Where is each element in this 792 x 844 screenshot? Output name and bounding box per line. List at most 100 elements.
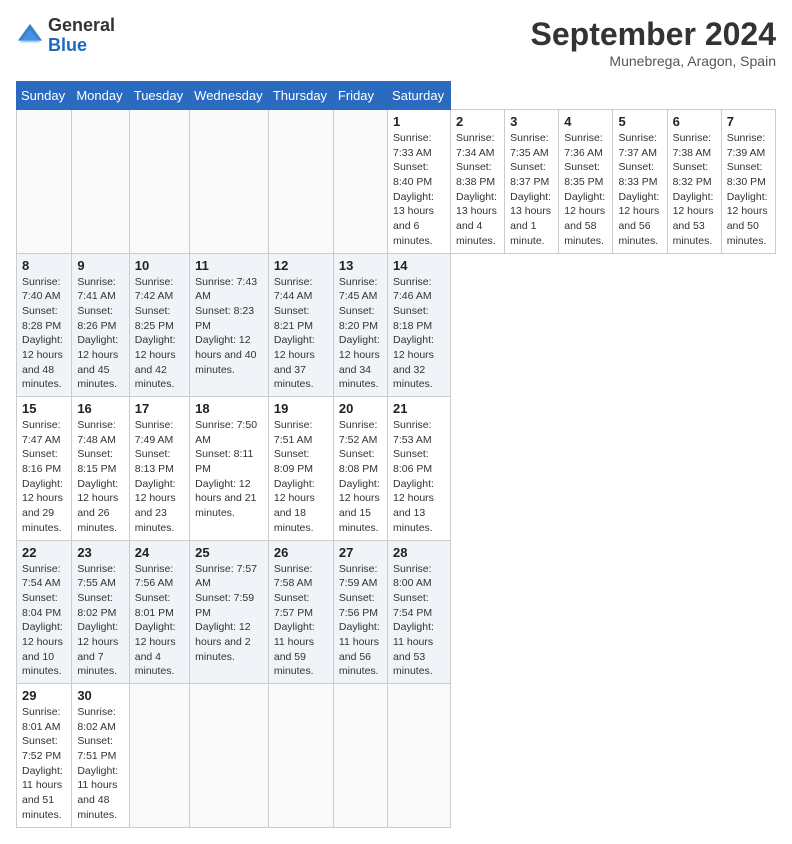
day-number: 21 bbox=[393, 401, 445, 416]
calendar-cell: 2 Sunrise: 7:34 AMSunset: 8:38 PMDaylight… bbox=[451, 110, 505, 254]
calendar-cell: 12 Sunrise: 7:44 AMSunset: 8:21 PMDayligh… bbox=[268, 253, 333, 397]
logo-icon bbox=[16, 22, 44, 50]
day-info: Sunrise: 7:36 AMSunset: 8:35 PMDaylight:… bbox=[564, 131, 607, 249]
calendar-cell bbox=[333, 684, 387, 828]
day-info: Sunrise: 7:43 AMSunset: 8:23 PMDaylight:… bbox=[195, 275, 263, 378]
calendar-week-row: 1 Sunrise: 7:33 AMSunset: 8:40 PMDaylight… bbox=[17, 110, 776, 254]
day-number: 30 bbox=[77, 688, 123, 703]
calendar-week-row: 8 Sunrise: 7:40 AMSunset: 8:28 PMDaylight… bbox=[17, 253, 776, 397]
day-info: Sunrise: 7:42 AMSunset: 8:25 PMDaylight:… bbox=[135, 275, 184, 393]
day-number: 13 bbox=[339, 258, 382, 273]
day-number: 12 bbox=[274, 258, 328, 273]
calendar-cell bbox=[17, 110, 72, 254]
calendar-cell: 17 Sunrise: 7:49 AMSunset: 8:13 PMDayligh… bbox=[129, 397, 189, 541]
day-number: 11 bbox=[195, 258, 263, 273]
day-number: 1 bbox=[393, 114, 445, 129]
day-info: Sunrise: 7:54 AMSunset: 8:04 PMDaylight:… bbox=[22, 562, 66, 680]
day-number: 23 bbox=[77, 545, 123, 560]
logo-general-text: General bbox=[48, 15, 115, 35]
day-number: 24 bbox=[135, 545, 184, 560]
day-info: Sunrise: 7:57 AMSunset: 7:59 PMDaylight:… bbox=[195, 562, 263, 665]
calendar-cell: 15 Sunrise: 7:47 AMSunset: 8:16 PMDayligh… bbox=[17, 397, 72, 541]
day-number: 9 bbox=[77, 258, 123, 273]
day-number: 5 bbox=[618, 114, 661, 129]
day-number: 17 bbox=[135, 401, 184, 416]
calendar-cell bbox=[388, 684, 451, 828]
page-header: General Blue September 2024 Munebrega, A… bbox=[16, 16, 776, 69]
calendar-cell bbox=[190, 110, 269, 254]
calendar-cell: 20 Sunrise: 7:52 AMSunset: 8:08 PMDayligh… bbox=[333, 397, 387, 541]
day-number: 3 bbox=[510, 114, 553, 129]
title-block: September 2024 Munebrega, Aragon, Spain bbox=[531, 16, 776, 69]
calendar-cell: 4 Sunrise: 7:36 AMSunset: 8:35 PMDaylight… bbox=[559, 110, 613, 254]
day-info: Sunrise: 7:59 AMSunset: 7:56 PMDaylight:… bbox=[339, 562, 382, 680]
day-number: 10 bbox=[135, 258, 184, 273]
day-info: Sunrise: 7:44 AMSunset: 8:21 PMDaylight:… bbox=[274, 275, 328, 393]
month-year: September 2024 bbox=[531, 16, 776, 53]
day-number: 14 bbox=[393, 258, 445, 273]
calendar-cell: 8 Sunrise: 7:40 AMSunset: 8:28 PMDaylight… bbox=[17, 253, 72, 397]
day-number: 28 bbox=[393, 545, 445, 560]
day-info: Sunrise: 8:01 AMSunset: 7:52 PMDaylight:… bbox=[22, 705, 66, 823]
day-info: Sunrise: 7:56 AMSunset: 8:01 PMDaylight:… bbox=[135, 562, 184, 680]
day-number: 15 bbox=[22, 401, 66, 416]
calendar-cell bbox=[72, 110, 129, 254]
day-info: Sunrise: 7:53 AMSunset: 8:06 PMDaylight:… bbox=[393, 418, 445, 536]
calendar-cell: 18Sunrise: 7:50 AMSunset: 8:11 PMDayligh… bbox=[190, 397, 269, 541]
calendar-cell bbox=[268, 110, 333, 254]
day-number: 20 bbox=[339, 401, 382, 416]
day-number: 29 bbox=[22, 688, 66, 703]
calendar-cell: 21 Sunrise: 7:53 AMSunset: 8:06 PMDayligh… bbox=[388, 397, 451, 541]
logo-blue-text: Blue bbox=[48, 35, 87, 55]
day-number: 6 bbox=[673, 114, 716, 129]
day-info: Sunrise: 7:49 AMSunset: 8:13 PMDaylight:… bbox=[135, 418, 184, 536]
calendar-cell bbox=[190, 684, 269, 828]
day-info: Sunrise: 7:35 AMSunset: 8:37 PMDaylight:… bbox=[510, 131, 553, 249]
day-info: Sunrise: 7:46 AMSunset: 8:18 PMDaylight:… bbox=[393, 275, 445, 393]
weekday-header-friday: Friday bbox=[333, 82, 387, 110]
day-info: Sunrise: 7:38 AMSunset: 8:32 PMDaylight:… bbox=[673, 131, 716, 249]
calendar-cell: 19Sunrise: 7:51 AMSunset: 8:09 PMDayligh… bbox=[268, 397, 333, 541]
calendar-cell: 1 Sunrise: 7:33 AMSunset: 8:40 PMDaylight… bbox=[388, 110, 451, 254]
calendar-cell: 7 Sunrise: 7:39 AMSunset: 8:30 PMDaylight… bbox=[721, 110, 775, 254]
weekday-header-saturday: Saturday bbox=[388, 82, 451, 110]
day-info: Sunrise: 7:47 AMSunset: 8:16 PMDaylight:… bbox=[22, 418, 66, 536]
calendar-cell: 30 Sunrise: 8:02 AMSunset: 7:51 PMDayligh… bbox=[72, 684, 129, 828]
day-number: 4 bbox=[564, 114, 607, 129]
day-number: 18 bbox=[195, 401, 263, 416]
weekday-header-tuesday: Tuesday bbox=[129, 82, 189, 110]
day-info: Sunrise: 8:02 AMSunset: 7:51 PMDaylight:… bbox=[77, 705, 123, 823]
calendar-cell bbox=[129, 684, 189, 828]
day-number: 8 bbox=[22, 258, 66, 273]
calendar-cell: 16Sunrise: 7:48 AMSunset: 8:15 PMDayligh… bbox=[72, 397, 129, 541]
day-number: 16 bbox=[77, 401, 123, 416]
calendar-cell: 6 Sunrise: 7:38 AMSunset: 8:32 PMDaylight… bbox=[667, 110, 721, 254]
calendar-cell bbox=[268, 684, 333, 828]
day-number: 7 bbox=[727, 114, 770, 129]
calendar-cell: 5 Sunrise: 7:37 AMSunset: 8:33 PMDaylight… bbox=[613, 110, 667, 254]
day-number: 27 bbox=[339, 545, 382, 560]
weekday-header-sunday: Sunday bbox=[17, 82, 72, 110]
calendar-cell: 10 Sunrise: 7:42 AMSunset: 8:25 PMDayligh… bbox=[129, 253, 189, 397]
day-info: Sunrise: 7:39 AMSunset: 8:30 PMDaylight:… bbox=[727, 131, 770, 249]
day-number: 22 bbox=[22, 545, 66, 560]
day-info: Sunrise: 7:55 AMSunset: 8:02 PMDaylight:… bbox=[77, 562, 123, 680]
calendar-cell bbox=[129, 110, 189, 254]
day-number: 2 bbox=[456, 114, 499, 129]
weekday-header-monday: Monday bbox=[72, 82, 129, 110]
day-info: Sunrise: 8:00 AMSunset: 7:54 PMDaylight:… bbox=[393, 562, 445, 680]
calendar-week-row: 29 Sunrise: 8:01 AMSunset: 7:52 PMDayligh… bbox=[17, 684, 776, 828]
day-info: Sunrise: 7:40 AMSunset: 8:28 PMDaylight:… bbox=[22, 275, 66, 393]
calendar-table: SundayMondayTuesdayWednesdayThursdayFrid… bbox=[16, 81, 776, 828]
calendar-cell: 11 Sunrise: 7:43 AMSunset: 8:23 PMDayligh… bbox=[190, 253, 269, 397]
location: Munebrega, Aragon, Spain bbox=[531, 53, 776, 69]
day-info: Sunrise: 7:34 AMSunset: 8:38 PMDaylight:… bbox=[456, 131, 499, 249]
day-info: Sunrise: 7:37 AMSunset: 8:33 PMDaylight:… bbox=[618, 131, 661, 249]
day-info: Sunrise: 7:58 AMSunset: 7:57 PMDaylight:… bbox=[274, 562, 328, 680]
calendar-cell: 14 Sunrise: 7:46 AMSunset: 8:18 PMDayligh… bbox=[388, 253, 451, 397]
day-number: 25 bbox=[195, 545, 263, 560]
calendar-cell: 3 Sunrise: 7:35 AMSunset: 8:37 PMDaylight… bbox=[505, 110, 559, 254]
day-info: Sunrise: 7:52 AMSunset: 8:08 PMDaylight:… bbox=[339, 418, 382, 536]
day-info: Sunrise: 7:33 AMSunset: 8:40 PMDaylight:… bbox=[393, 131, 445, 249]
calendar-header-row: SundayMondayTuesdayWednesdayThursdayFrid… bbox=[17, 82, 776, 110]
